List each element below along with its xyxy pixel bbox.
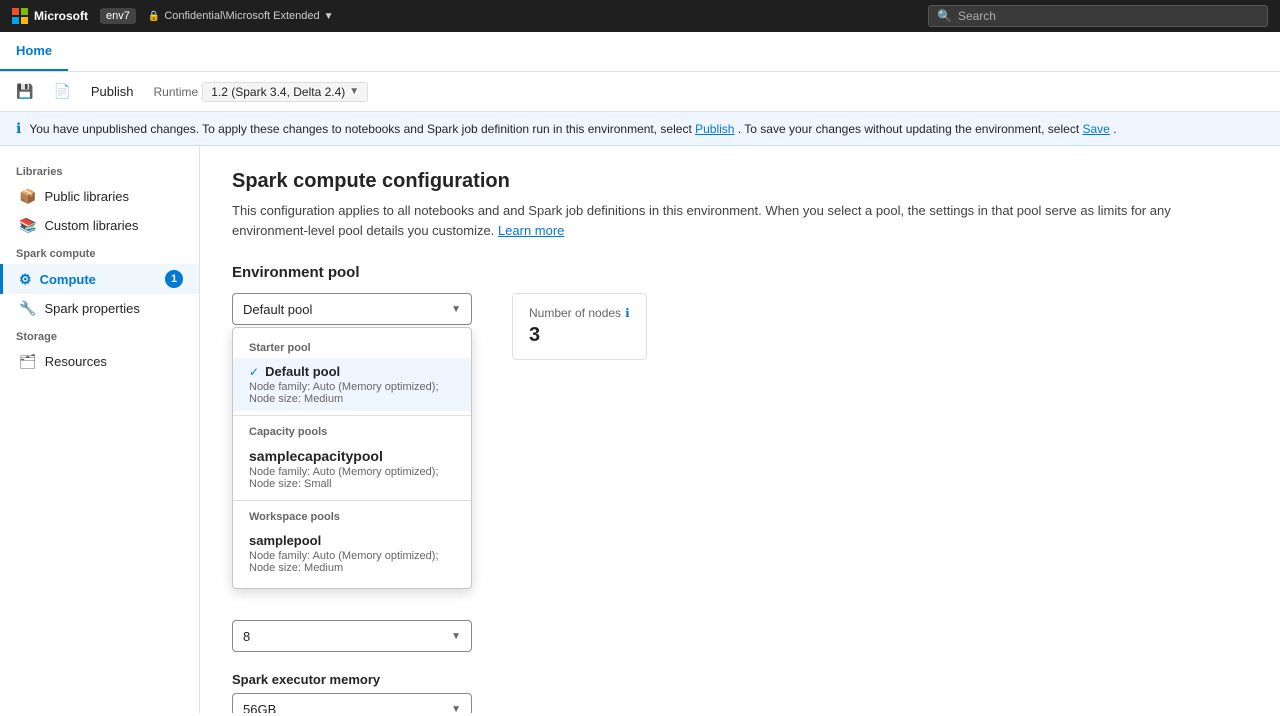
pool-item-samplecapacity[interactable]: samplecapacitypool Node family: Auto (Me…: [233, 442, 471, 496]
sidebar-item-compute[interactable]: ⚙ Compute 1: [0, 264, 199, 294]
pool-dropdown-value: Default pool: [243, 302, 312, 317]
sidebar-section-libraries: Libraries: [0, 158, 199, 182]
confidential-tag: 🔒 Confidential\Microsoft Extended ▼: [148, 10, 334, 22]
ms-logo: Microsoft: [12, 8, 88, 24]
pool-dropdown[interactable]: Default pool ▼: [232, 293, 472, 325]
info-icon: ℹ: [16, 120, 21, 137]
executor-memory-dropdown[interactable]: 56GB ▼: [232, 693, 472, 713]
executor-memory-chevron-icon: ▼: [451, 704, 461, 714]
pool-item-samplecapacity-desc: Node family: Auto (Memory optimized); No…: [249, 466, 455, 490]
sidebar-item-custom-libraries-label: Custom libraries: [44, 218, 138, 233]
spark-properties-icon: 🔧: [19, 300, 36, 317]
search-bar[interactable]: 🔍 Search: [928, 5, 1268, 27]
executor-count-group: 8 ▼: [232, 620, 1248, 652]
executor-count-value: 8: [243, 629, 250, 644]
lock-icon: 🔒: [148, 11, 160, 22]
sidebar-item-custom-libraries[interactable]: 📚 Custom libraries: [0, 211, 199, 240]
sidebar-section-spark-compute: Spark compute: [0, 240, 199, 264]
sidebar-item-resources-label: Resources: [45, 354, 107, 369]
nav-bar: Home: [0, 32, 1280, 72]
nav-tab-home[interactable]: Home: [0, 31, 68, 71]
sidebar-item-resources[interactable]: 🗂 Resources: [0, 347, 199, 376]
banner-middle: . To save your changes without updating …: [738, 122, 1083, 136]
file-button[interactable]: 📄: [45, 78, 78, 106]
executor-count-chevron-icon: ▼: [451, 631, 461, 642]
pool-dropdown-menu: Starter pool ✓ Default pool Node family:…: [232, 327, 472, 589]
sidebar-item-compute-label: Compute: [40, 272, 96, 287]
ms-logo-grid: [12, 8, 28, 24]
workspace-pools-group-title: Workspace pools: [233, 505, 471, 527]
chevron-down-icon: ▼: [349, 86, 359, 97]
main-layout: Libraries 📦 Public libraries 📚 Custom li…: [0, 146, 1280, 713]
confidential-label: Confidential\Microsoft Extended: [164, 10, 319, 22]
top-bar: Microsoft env7 🔒 Confidential\Microsoft …: [0, 0, 1280, 32]
info-banner: ℹ You have unpublished changes. To apply…: [0, 112, 1280, 146]
banner-suffix: .: [1113, 122, 1116, 136]
nav-tab-home-label: Home: [16, 43, 52, 58]
nodes-label: Number of nodes ℹ: [529, 306, 630, 320]
public-libraries-icon: 📦: [19, 188, 36, 205]
page-desc: This configuration applies to all notebo…: [232, 201, 1248, 240]
page-title: Spark compute configuration: [232, 170, 1248, 193]
sidebar-item-spark-properties[interactable]: 🔧 Spark properties: [0, 294, 199, 323]
page-desc-text: This configuration applies to all notebo…: [232, 203, 1171, 238]
publish-label: Publish: [91, 84, 134, 99]
ms-logo-text: Microsoft: [34, 9, 88, 23]
starter-pool-group-title: Starter pool: [233, 336, 471, 358]
save-icon: 💾: [16, 83, 33, 100]
executor-memory-group: Spark executor memory 56GB ▼: [232, 672, 1248, 713]
banner-publish-link[interactable]: Publish: [695, 122, 734, 136]
executor-count-dropdown[interactable]: 8 ▼: [232, 620, 472, 652]
runtime-value: 1.2 (Spark 3.4, Delta 2.4): [211, 85, 345, 99]
section-env-pool-title: Environment pool: [232, 264, 1248, 281]
pool-item-default-desc: Node family: Auto (Memory optimized); No…: [249, 381, 455, 405]
custom-libraries-icon: 📚: [19, 217, 36, 234]
nodes-label-text: Number of nodes: [529, 306, 621, 320]
check-icon: ✓: [249, 365, 259, 379]
executor-memory-value: 56GB: [243, 702, 276, 714]
pool-item-samplepool-desc: Node family: Auto (Memory optimized); No…: [249, 550, 455, 574]
search-icon: 🔍: [937, 9, 952, 23]
banner-prefix: You have unpublished changes. To apply t…: [29, 122, 695, 136]
sidebar-item-public-libraries[interactable]: 📦 Public libraries: [0, 182, 199, 211]
chevron-down-icon: ▼: [324, 11, 334, 22]
banner-save-link[interactable]: Save: [1082, 122, 1109, 136]
pool-item-default-name: Default pool: [265, 364, 340, 379]
nodes-info-icon: ℹ: [625, 306, 630, 320]
compute-badge: 1: [165, 270, 183, 288]
sidebar-item-spark-properties-label: Spark properties: [44, 301, 139, 316]
capacity-pools-group-title: Capacity pools: [233, 420, 471, 442]
pool-item-default[interactable]: ✓ Default pool Node family: Auto (Memory…: [233, 358, 471, 411]
sidebar-item-public-libraries-label: Public libraries: [44, 189, 129, 204]
pool-group-divider-1: [233, 415, 471, 416]
pool-dropdown-chevron-icon: ▼: [451, 304, 461, 315]
sidebar-section-storage: Storage: [0, 323, 199, 347]
toolbar: 💾 📄 Publish Runtime 1.2 (Spark 3.4, Delt…: [0, 72, 1280, 112]
publish-button[interactable]: Publish: [83, 78, 142, 106]
env-tag: env7: [100, 8, 136, 24]
resources-icon: 🗂: [19, 353, 37, 370]
sidebar: Libraries 📦 Public libraries 📚 Custom li…: [0, 146, 200, 713]
learn-more-link[interactable]: Learn more: [498, 223, 564, 238]
compute-icon: ⚙: [19, 271, 32, 288]
banner-text: You have unpublished changes. To apply t…: [29, 122, 1116, 136]
pool-item-samplepool-name: samplepool: [249, 533, 321, 548]
runtime-dropdown[interactable]: 1.2 (Spark 3.4, Delta 2.4) ▼: [202, 82, 368, 102]
executor-memory-label: Spark executor memory: [232, 672, 1248, 687]
file-icon: 📄: [53, 83, 70, 100]
search-placeholder: Search: [958, 9, 996, 23]
runtime-label: Runtime: [154, 85, 199, 99]
nodes-info-card: Number of nodes ℹ 3: [512, 293, 647, 360]
pool-item-samplecapacity-name: samplecapacitypool: [249, 448, 383, 464]
pool-item-samplepool[interactable]: samplepool Node family: Auto (Memory opt…: [233, 527, 471, 580]
nodes-value: 3: [529, 324, 630, 347]
content-area: Spark compute configuration This configu…: [200, 146, 1280, 713]
pool-group-divider-2: [233, 500, 471, 501]
save-button[interactable]: 💾: [8, 78, 41, 106]
